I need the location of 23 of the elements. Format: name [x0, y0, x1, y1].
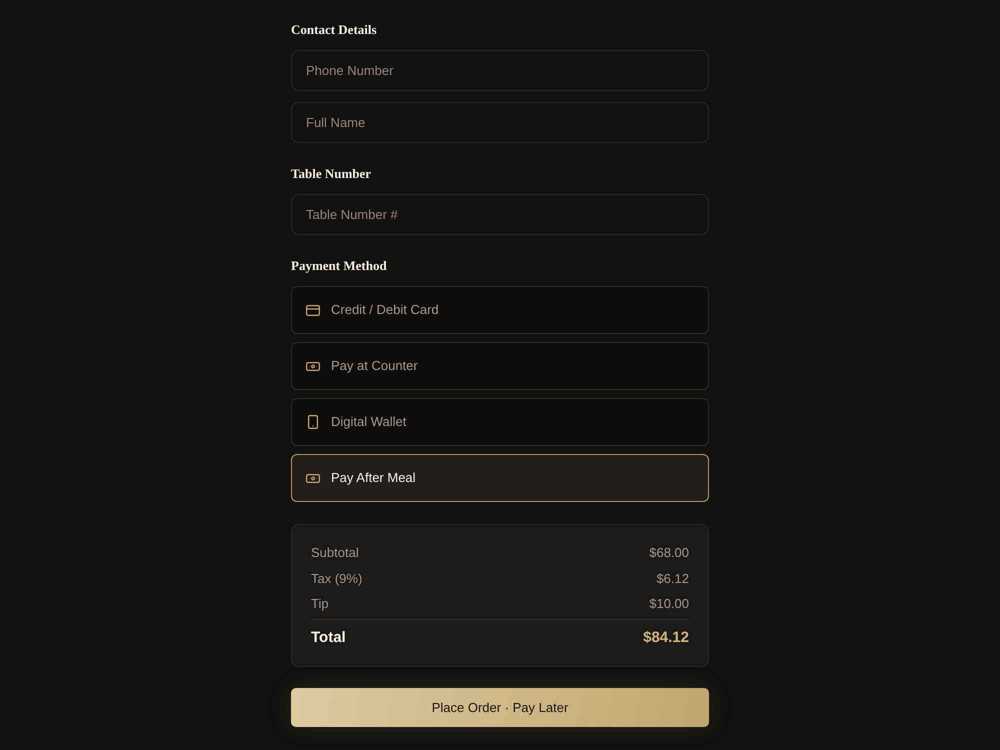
payment-option[interactable]: Pay at Counter	[291, 342, 709, 390]
payment-option[interactable]: Credit / Debit Card	[291, 286, 709, 334]
total-label: Total	[311, 628, 346, 648]
banknote-icon	[306, 360, 320, 372]
payment-option[interactable]: Pay After Meal	[291, 454, 709, 502]
smartphone-icon	[308, 415, 318, 429]
credit-card-icon	[306, 304, 320, 316]
total-amount: $84.12	[643, 628, 689, 648]
summary-label: Tip	[311, 595, 329, 613]
input-field[interactable]: Full Name	[291, 102, 709, 143]
section-heading: Payment Method	[291, 258, 388, 274]
place-order-button[interactable]: Place Order · Pay Later	[291, 688, 709, 727]
summary-label: Tax (9%)	[311, 570, 362, 588]
summary-label: Subtotal	[311, 544, 359, 562]
input-field[interactable]: Table Number #	[291, 194, 709, 235]
section-heading: Contact Details	[291, 22, 378, 38]
input-field[interactable]: Phone Number	[291, 50, 709, 91]
summary-amount: $6.12	[656, 570, 689, 588]
summary-amount: $10.00	[649, 595, 689, 613]
payment-option[interactable]: Digital Wallet	[291, 398, 709, 446]
summary-amount: $68.00	[649, 544, 689, 562]
section-heading: Table Number	[291, 166, 372, 182]
banknote-icon	[306, 472, 320, 484]
